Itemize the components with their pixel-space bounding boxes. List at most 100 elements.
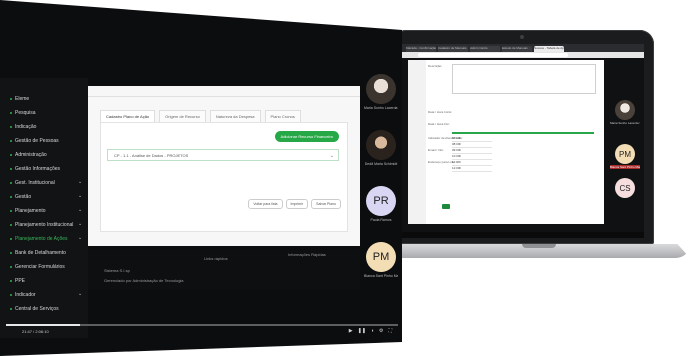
sidebar-item[interactable]: Indicador	[10, 292, 36, 298]
taskbar	[402, 232, 644, 238]
settings-icon[interactable]: ⚙	[379, 328, 383, 334]
sidebar-item[interactable]: Gest. Institucional	[10, 180, 55, 186]
participant-name: Dedã Maria Schimidt	[364, 162, 398, 166]
volume-icon[interactable]: ◖	[371, 328, 374, 334]
fullscreen-icon[interactable]: ⛶	[388, 328, 392, 334]
sidebar-item[interactable]: Gestão	[10, 194, 31, 200]
laptop-screen: Mazada - Confirmação Cadastro de Manuais A…	[402, 44, 644, 238]
form-action-button[interactable]: Salvar Plano	[311, 199, 341, 209]
presentation-screen: Eleme Pesquisa Indicação Gestão de Pessoas A…	[0, 0, 402, 356]
avatar: PM	[366, 242, 396, 272]
sidebar-item[interactable]: Pesquisa	[10, 110, 36, 116]
sidebar-item-label: Gest. Institucional	[15, 180, 55, 186]
sidebar-item[interactable]: Planejamento de Ações	[10, 236, 68, 242]
play-icon[interactable]: ▶	[349, 328, 353, 334]
webcam-icon	[520, 35, 524, 39]
sidebar-item-label: Indicador	[15, 292, 36, 298]
shared-field-label: Endereço para Link:	[428, 160, 455, 164]
shared-field-label: Email / Info:	[428, 148, 444, 152]
sidebar-item[interactable]: Planejamento Institucional	[10, 222, 73, 228]
browser-tab-strip: Mazada - Confirmação Cadastro de Manuais A…	[402, 44, 644, 52]
plan-select-field[interactable]: CP - 1.1 - Análise de Dados - PROJETOS ⌄	[107, 149, 339, 161]
bullet-icon	[10, 168, 12, 170]
dropdown-option[interactable]: 12:00h	[452, 166, 492, 172]
control-icons: ▶ ❚❚ ◖ ⚙ ⛶	[349, 328, 392, 334]
bullet-icon	[10, 224, 12, 226]
bullet-icon	[10, 126, 12, 128]
sidebar-item-label: Planejamento de Ações	[15, 236, 68, 242]
sidebar-item[interactable]: Eleme	[10, 96, 29, 102]
form-panel: Adicionar Recurso Financeiro CP - 1.1 - …	[100, 122, 348, 232]
participant-tile[interactable]: Maria Sonho Lacerda Silva	[610, 100, 640, 125]
sidebar-item-label: Indicação	[15, 124, 37, 130]
app-sidebar: Eleme Pesquisa Indicação Gestão de Pessoas A…	[0, 78, 88, 338]
progress-bar[interactable]	[6, 324, 398, 326]
shared-field-label: Data / Hora Início:	[428, 110, 453, 114]
sidebar-item-label: Bank de Detalhamento	[15, 250, 66, 256]
footer-credit: Gerenciado por Administração de Tecnolog…	[104, 278, 184, 283]
shared-page: Descrição: Data / Hora Início: Data / Hora…	[408, 60, 604, 224]
sidebar-item-label: Gestão de Pessoas	[15, 138, 59, 144]
bullet-icon	[10, 98, 12, 100]
participant-name: Bianca Sant Pinho Mara	[610, 165, 640, 169]
sidebar-item-label: Eleme	[15, 96, 30, 102]
laptop-base	[376, 244, 690, 258]
shared-field-label: Data / Hora Fim:	[428, 122, 451, 126]
chevron-down-icon: ⌄	[78, 221, 83, 227]
avatar: PM	[615, 144, 635, 164]
avatar	[366, 130, 396, 160]
app-footer: Sistema S.I.sp Gerenciado por Administra…	[88, 250, 360, 290]
footer-brand: Sistema S.I.sp	[104, 268, 130, 273]
shared-sidebar	[408, 60, 426, 224]
browser-address-bar	[402, 52, 644, 58]
sidebar-item[interactable]: Gestão de Pessoas	[10, 138, 59, 144]
avatar: CS	[615, 178, 635, 198]
sidebar-item[interactable]: Central de Serviços	[10, 306, 59, 312]
sidebar-item-label: Gestão Informações	[15, 166, 61, 172]
app-main-panel: Cadastro Plano de Ação Origem de Recurso N…	[88, 86, 360, 246]
sidebar-item[interactable]: Gerenciar Formulários	[10, 264, 65, 270]
sidebar-item[interactable]: Indicação	[10, 124, 36, 130]
participant-tile[interactable]: Maria Sonho Lacerda Silva	[364, 74, 398, 110]
description-box[interactable]	[452, 64, 596, 94]
participant-tile[interactable]: Dedã Maria Schimidt	[364, 130, 398, 166]
laptop-notch	[522, 244, 556, 248]
sidebar-item[interactable]: Bank de Detalhamento	[10, 250, 66, 256]
form-action-button[interactable]: Imprimir	[285, 199, 309, 209]
bullet-icon	[10, 112, 12, 114]
laptop-lid: Mazada - Confirmação Cadastro de Manuais A…	[392, 30, 654, 244]
pause-icon[interactable]: ❚❚	[358, 328, 366, 334]
plan-select-value: CP - 1.1 - Análise de Dados - PROJETOS	[114, 153, 189, 158]
bullet-icon	[10, 182, 12, 184]
bullet-icon	[10, 238, 12, 240]
video-controls: 21:47 / 2:06:10 ▶ ❚❚ ◖ ⚙ ⛶	[0, 318, 402, 338]
bullet-icon	[10, 140, 12, 142]
sidebar-item-label: PPE	[15, 278, 26, 284]
sidebar-item[interactable]: Planejamento	[10, 208, 46, 214]
avatar: PR	[366, 186, 396, 216]
sidebar-item[interactable]: Administração	[10, 152, 47, 158]
chevron-down-icon: ⌄	[78, 193, 83, 199]
participant-tile[interactable]: PM Bianca Sant Pinho Mara	[610, 144, 640, 169]
bullet-icon	[10, 280, 12, 282]
sidebar-item-label: Planejamento Institucional	[15, 222, 74, 228]
sidebar-item-label: Central de Serviços	[15, 306, 59, 312]
form-action-button[interactable]: Voltar para lista	[248, 199, 283, 209]
url-field[interactable]	[418, 53, 568, 57]
shared-green-button[interactable]	[442, 204, 450, 209]
chevron-down-icon: ⌄	[78, 291, 83, 297]
bullet-icon	[10, 154, 12, 156]
avatar	[615, 100, 635, 120]
avatar	[366, 74, 396, 104]
sidebar-item[interactable]: PPE	[10, 278, 25, 284]
participant-name: Maria Sonho Lacerda Silva	[364, 106, 398, 110]
participant-tile[interactable]: PM Bianca Sant Pinho Mara	[364, 242, 398, 278]
participant-tile[interactable]: CS	[610, 178, 640, 198]
sidebar-item-label: Administração	[15, 152, 47, 158]
chevron-down-icon: ⌄	[329, 153, 334, 159]
sidebar-item[interactable]: Gestão Informações	[10, 166, 60, 172]
footer-links-title: Links rápidos	[204, 256, 228, 261]
add-resource-button[interactable]: Adicionar Recurso Financeiro	[274, 131, 339, 142]
participant-tile[interactable]: PR Paula Ramos	[364, 186, 398, 222]
bullet-icon	[10, 210, 12, 212]
